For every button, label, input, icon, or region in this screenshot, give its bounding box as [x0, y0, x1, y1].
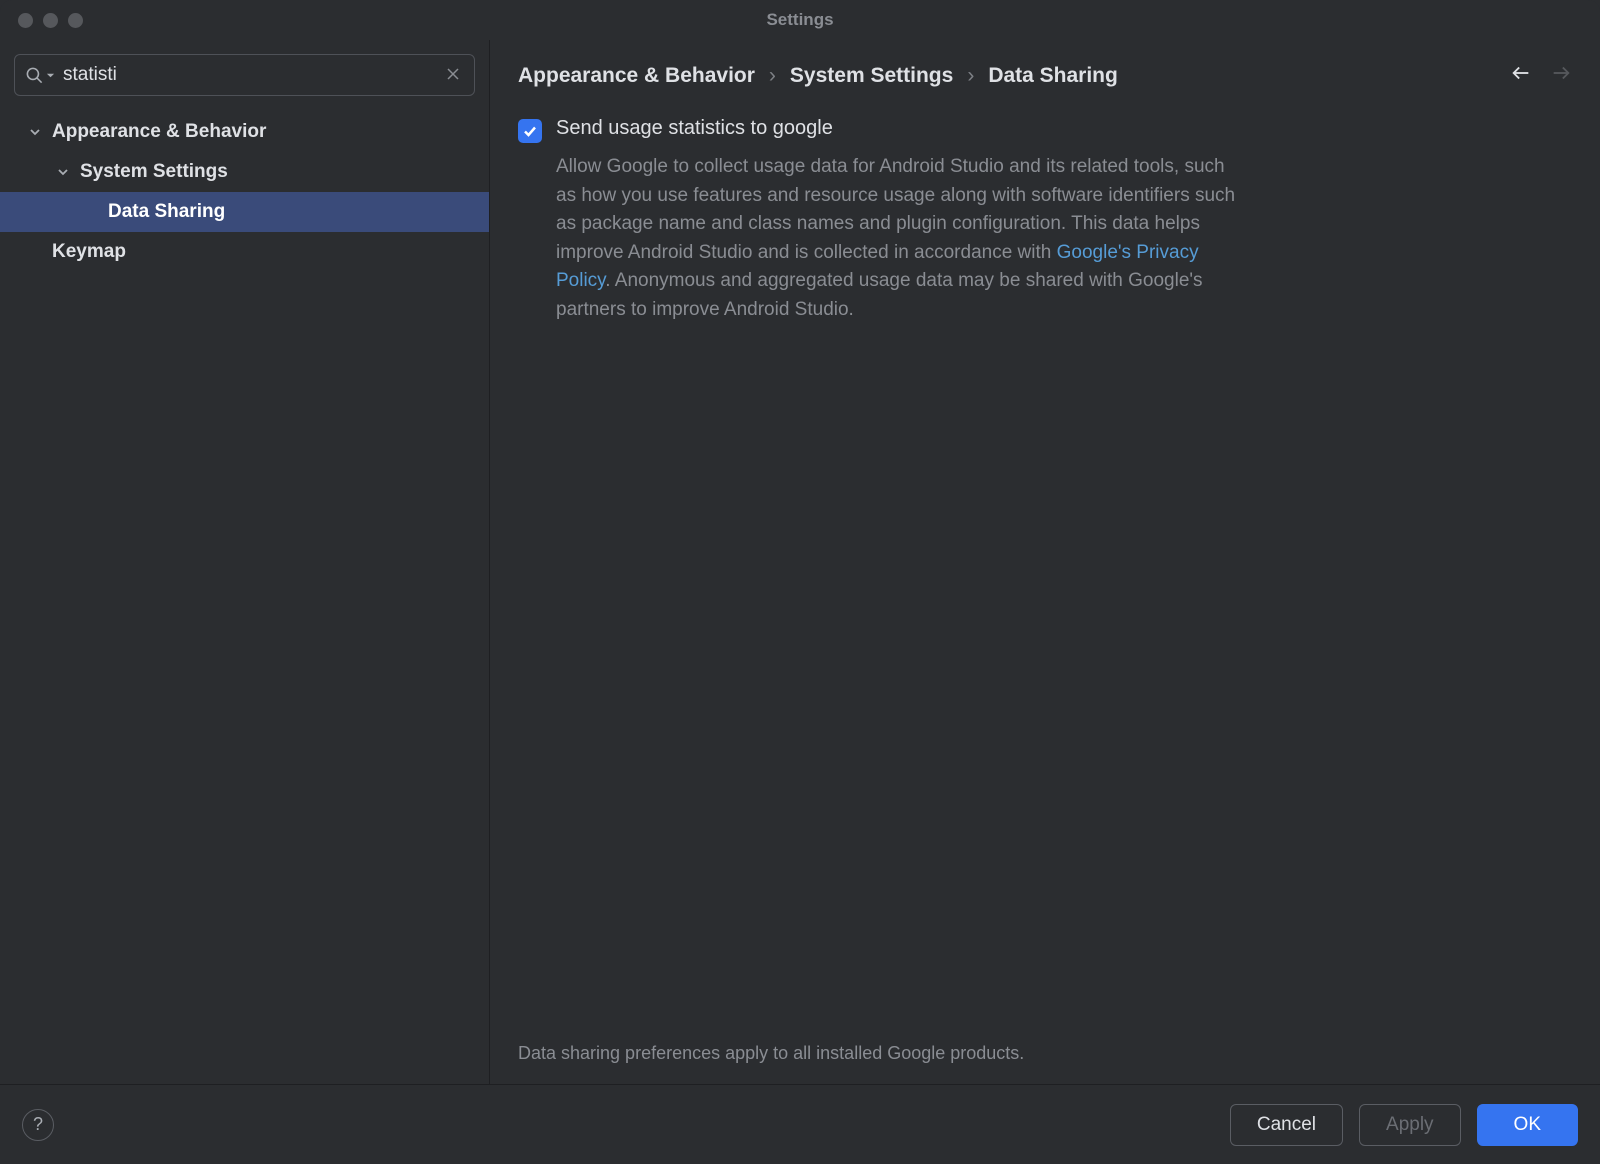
setting-description: Allow Google to collect usage data for A…: [556, 153, 1236, 324]
breadcrumb: Appearance & Behavior › System Settings …: [518, 64, 1510, 88]
button-label: Cancel: [1257, 1114, 1316, 1136]
titlebar: Settings: [0, 0, 1600, 40]
content: Appearance & Behavior › System Settings …: [490, 40, 1600, 1084]
sidebar-item-system-settings[interactable]: System Settings: [0, 152, 489, 192]
help-icon: ?: [33, 1114, 43, 1135]
settings-window: Settings: [0, 0, 1600, 1164]
chevron-down-icon: [54, 166, 72, 178]
nav-forward-button: [1550, 62, 1572, 89]
search-clear-button[interactable]: [442, 65, 464, 86]
sidebar-item-appearance-behavior[interactable]: Appearance & Behavior: [0, 112, 489, 152]
content-body: Send usage statistics to google Allow Go…: [490, 99, 1600, 1035]
sidebar-item-label: Data Sharing: [108, 201, 225, 223]
checkmark-icon: [522, 123, 538, 139]
desc-text-post: . Anonymous and aggregated usage data ma…: [556, 270, 1203, 320]
sidebar: Appearance & Behavior System Settings Da…: [0, 40, 490, 1084]
breadcrumb-sep: ›: [769, 64, 776, 88]
sidebar-item-label: Appearance & Behavior: [52, 121, 266, 143]
sidebar-item-keymap[interactable]: Keymap: [0, 232, 489, 272]
window-close-button[interactable]: [18, 13, 33, 28]
search-input[interactable]: [63, 64, 442, 86]
setting-label[interactable]: Send usage statistics to google: [556, 117, 833, 140]
ok-button[interactable]: OK: [1477, 1104, 1578, 1146]
content-note: Data sharing preferences apply to all in…: [490, 1035, 1600, 1084]
search-container: [0, 40, 489, 104]
button-label: OK: [1514, 1114, 1541, 1136]
breadcrumb-part[interactable]: Appearance & Behavior: [518, 64, 755, 88]
window-controls: [18, 13, 83, 28]
search-dropdown-icon[interactable]: [46, 71, 55, 80]
cancel-button[interactable]: Cancel: [1230, 1104, 1343, 1146]
body: Appearance & Behavior System Settings Da…: [0, 40, 1600, 1084]
send-stats-checkbox[interactable]: [518, 119, 542, 143]
chevron-down-icon: [26, 126, 44, 138]
button-label: Apply: [1386, 1114, 1434, 1136]
search-icon: [25, 66, 44, 85]
search-box[interactable]: [14, 54, 475, 96]
breadcrumb-part[interactable]: System Settings: [790, 64, 953, 88]
window-minimize-button[interactable]: [43, 13, 58, 28]
sidebar-item-label: Keymap: [52, 241, 126, 263]
nav-arrows: [1510, 62, 1572, 89]
sidebar-item-data-sharing[interactable]: Data Sharing: [0, 192, 489, 232]
window-maximize-button[interactable]: [68, 13, 83, 28]
nav-back-button[interactable]: [1510, 62, 1532, 89]
setting-row: Send usage statistics to google: [518, 117, 1572, 143]
settings-tree: Appearance & Behavior System Settings Da…: [0, 104, 489, 1084]
sidebar-item-label: System Settings: [80, 161, 228, 183]
footer: ? Cancel Apply OK: [0, 1084, 1600, 1164]
content-header: Appearance & Behavior › System Settings …: [490, 40, 1600, 99]
help-button[interactable]: ?: [22, 1109, 54, 1141]
breadcrumb-part: Data Sharing: [988, 64, 1118, 88]
breadcrumb-sep: ›: [967, 64, 974, 88]
apply-button: Apply: [1359, 1104, 1461, 1146]
window-title: Settings: [766, 10, 833, 30]
